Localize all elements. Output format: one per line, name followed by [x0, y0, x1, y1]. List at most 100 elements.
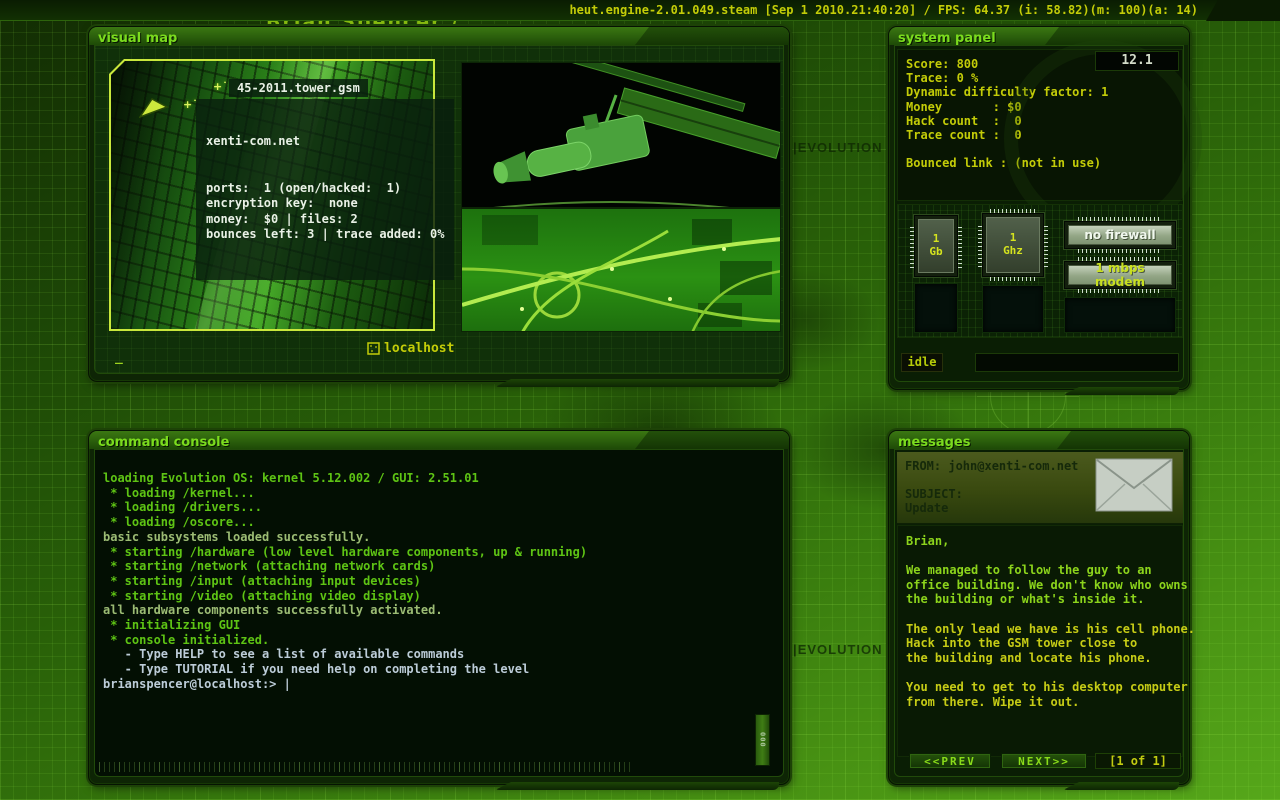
- chip-pins: [990, 209, 1036, 213]
- panel-title: command console: [98, 435, 229, 449]
- header-notch: [635, 431, 789, 449]
- cpu-chip: 1 Ghz: [982, 213, 1044, 277]
- visual-map-panel: visual map +˙ +˙ 45-2011.tower.gsm xenti…: [88, 26, 790, 382]
- console-line: * starting /network (attaching network c…: [103, 559, 587, 574]
- node-label: 45-2011.tower.gsm: [229, 79, 368, 97]
- console-line: * initializing GUI: [103, 618, 587, 633]
- memory-chip-label: 1 Gb: [923, 233, 949, 258]
- empty-hardware-slot: [914, 283, 958, 333]
- console-line: * loading /kernel...: [103, 486, 587, 501]
- status-bar: heut.engine-2.01.049.steam [Sep 1 2010.2…: [0, 0, 1280, 21]
- localhost-label: localhost: [384, 341, 454, 356]
- tooltip-line: bounces left: 3 | trace added: 0%: [206, 227, 444, 243]
- message-line: You need to get to his desktop computer: [906, 680, 1182, 695]
- scrollbar-label: 000: [759, 732, 767, 748]
- command-console-panel: command console loading Evolution OS: ke…: [88, 430, 790, 785]
- visual-map-header: visual map: [89, 27, 789, 45]
- message-line: the building or what's inside it.: [906, 592, 1182, 607]
- command-prompt[interactable]: brianspencer@localhost:> |: [103, 677, 291, 692]
- console-line: * starting /input (attaching input devic…: [103, 574, 587, 589]
- message-line: [906, 549, 1182, 564]
- next-message-button[interactable]: NEXT>>: [1001, 753, 1087, 769]
- header-notch: [635, 27, 789, 45]
- empty-hardware-slot: [982, 285, 1044, 333]
- header-notch: [1045, 27, 1189, 45]
- message-line: from there. Wipe it out.: [906, 695, 1182, 710]
- chip-pins: [910, 224, 914, 267]
- tooltip-host: xenti-com.net: [206, 134, 444, 150]
- activity-status-row: idle: [895, 353, 1183, 373]
- hardware-board: 1 Gb 1 Ghz no firewall 1 mbp: [897, 204, 1183, 338]
- stats-lines: Score: 800Trace: 0 %Dynamic difficulty f…: [906, 57, 1108, 171]
- cpu-chip-label: 1 Ghz: [997, 232, 1029, 257]
- stat-line: Trace count : 0: [906, 128, 1108, 142]
- status-badge: idle: [901, 353, 943, 372]
- messages-body: FROM: john@xenti-com.net SUBJECT: Update…: [894, 449, 1184, 777]
- stat-line: Bounced link : (not in use): [906, 156, 1108, 170]
- panel-title: system panel: [898, 31, 996, 45]
- from-address: john@xenti-com.net: [948, 459, 1078, 473]
- localhost-node[interactable]: localhost: [367, 341, 454, 356]
- stat-line: [906, 142, 1108, 156]
- system-panel: system panel Score: 800Trace: 0 %Dynamic…: [888, 26, 1190, 390]
- empty-hardware-slot: [1064, 297, 1176, 333]
- stat-line: Score: 800: [906, 57, 1108, 71]
- message-line: We managed to follow the guy to an: [906, 563, 1182, 578]
- scrollbar-thumb[interactable]: 000: [755, 714, 770, 766]
- console-line: all hardware components successfully act…: [103, 603, 587, 618]
- stats-readout: Score: 800Trace: 0 %Dynamic difficulty f…: [897, 49, 1183, 201]
- console-line: * loading /oscore...: [103, 515, 587, 530]
- message-envelope-info: FROM: john@xenti-com.net SUBJECT: Update: [897, 452, 1183, 524]
- system-panel-header: system panel: [889, 27, 1189, 45]
- stat-line: Dynamic difficulty factor: 1: [906, 85, 1108, 99]
- node-sparkle-icon: +˙: [183, 98, 198, 111]
- panel-title: messages: [898, 435, 970, 449]
- chip-pins: [990, 277, 1036, 281]
- stat-line: Trace: 0 %: [906, 71, 1108, 85]
- messages-panel: messages FROM: john@xenti-com.net SUBJEC…: [888, 430, 1190, 785]
- computer-node-icon: [367, 342, 380, 355]
- highway-image: [462, 209, 781, 332]
- modem-chip-label: 1 mbps modem: [1069, 261, 1171, 289]
- envelope-icon: [1095, 458, 1173, 512]
- version-indicator: 12.1: [1095, 51, 1179, 71]
- messages-header: messages: [889, 431, 1189, 449]
- modem-chip: 1 mbps modem: [1064, 261, 1176, 289]
- text-cursor: |: [284, 677, 291, 691]
- message-line: the building and locate his phone.: [906, 651, 1182, 666]
- console-output: loading Evolution OS: kernel 5.12.002 / …: [103, 471, 587, 677]
- prev-message-button[interactable]: <<PREV: [909, 753, 991, 769]
- chip-pins: [958, 224, 962, 267]
- console-line: - Type TUTORIAL if you need help on comp…: [103, 662, 587, 677]
- message-body: Brian, We managed to follow the guy to a…: [897, 525, 1183, 757]
- system-panel-body: Score: 800Trace: 0 %Dynamic difficulty f…: [894, 45, 1184, 382]
- map-cursor-underscore: _: [115, 350, 123, 365]
- firewall-chip: no firewall: [1064, 221, 1176, 249]
- console-line: loading Evolution OS: kernel 5.12.002 / …: [103, 471, 587, 486]
- message-line: office building. We don't know who owns: [906, 578, 1182, 593]
- panel-title: visual map: [98, 31, 177, 45]
- console-screen[interactable]: loading Evolution OS: kernel 5.12.002 / …: [94, 449, 784, 777]
- console-line: * console initialized.: [103, 633, 587, 648]
- progress-bar: [975, 353, 1179, 372]
- console-header: command console: [89, 431, 789, 449]
- chip-pins: [1044, 223, 1048, 268]
- tooltip-line: ports: 1 (open/hacked: 1): [206, 181, 444, 197]
- message-line: [906, 607, 1182, 622]
- tooltip-detail-lines: ports: 1 (open/hacked: 1)encryption key:…: [206, 181, 444, 243]
- map-viewport[interactable]: +˙ +˙ 45-2011.tower.gsm xenti-com.net po…: [94, 45, 784, 374]
- message-line: Brian,: [906, 534, 1182, 549]
- stat-line: Money : $0: [906, 100, 1108, 114]
- message-page-indicator: [1 of 1]: [1095, 753, 1181, 769]
- messages-footer: <<PREV NEXT>> [1 of 1]: [895, 753, 1183, 771]
- aerial-highway-photo: [461, 208, 781, 332]
- console-line: - Type HELP to see a list of available c…: [103, 647, 587, 662]
- prompt-text: brianspencer@localhost:>: [103, 677, 284, 691]
- tooltip-line: encryption key: none: [206, 196, 444, 212]
- tooltip-line: money: $0 | files: 2: [206, 212, 444, 228]
- console-line: * loading /drivers...: [103, 500, 587, 515]
- console-line: * starting /video (attaching video displ…: [103, 589, 587, 604]
- from-label: FROM:: [905, 459, 941, 473]
- mouse-cursor-icon: [139, 92, 169, 120]
- game-screen: TION|EVOLUTION TION|EVOLUTION Brian Spen…: [0, 0, 1280, 800]
